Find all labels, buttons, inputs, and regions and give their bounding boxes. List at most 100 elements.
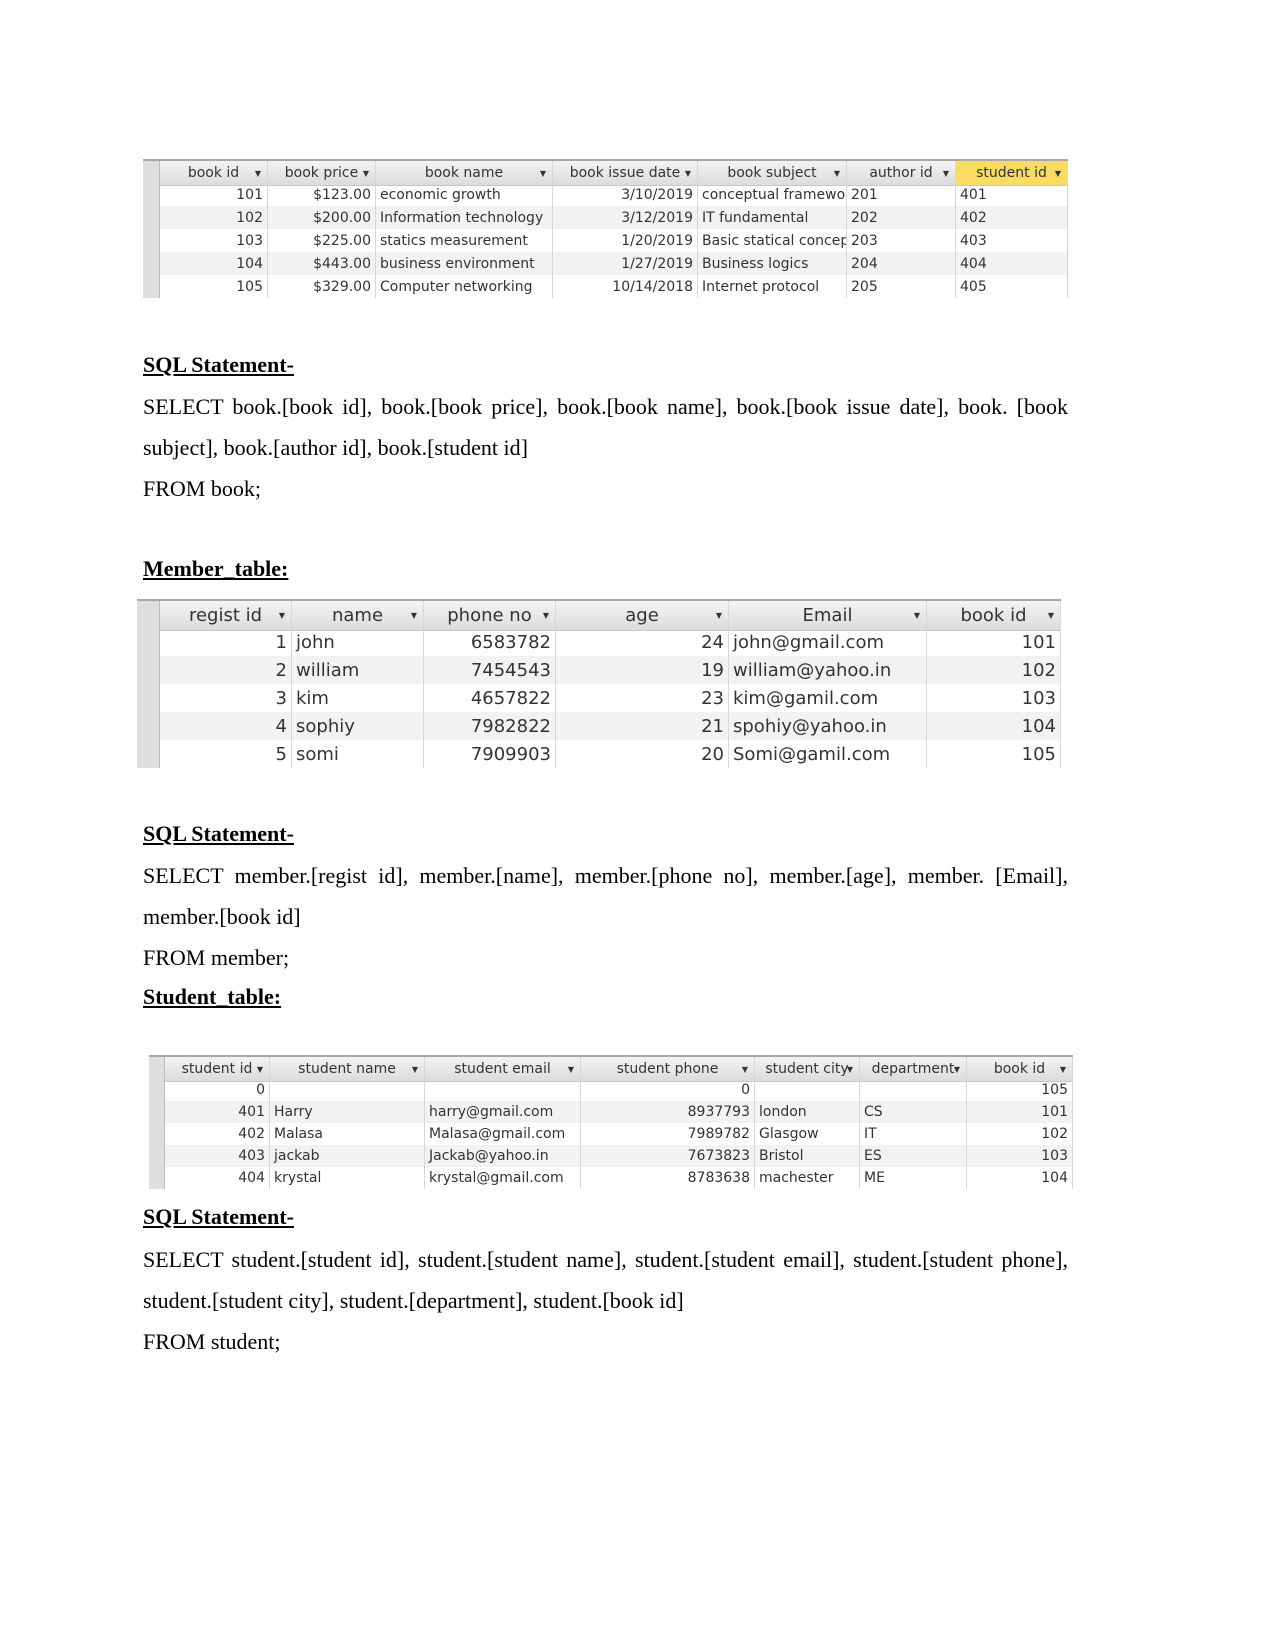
table-cell[interactable]: 201 [847,183,956,206]
table-cell[interactable]: 23 [556,684,729,712]
table-cell[interactable]: 6583782 [424,628,556,656]
dropdown-arrow-icon[interactable]: ▼ [847,1065,853,1074]
table-cell[interactable]: harry@gmail.com [425,1101,581,1123]
table-cell[interactable]: 401 [956,183,1068,206]
table-cell[interactable]: IT fundamental [698,206,847,229]
row-selector[interactable] [143,229,160,252]
table-row[interactable]: 403 jackab Jackab@yahoo.in 7673823 Bristol ES… [149,1145,1073,1167]
row-selector[interactable] [149,1123,165,1145]
table-row[interactable]: 1 john 6583782 24 john@gmail.com 101 [137,628,1061,656]
table-cell[interactable]: 103 [927,684,1061,712]
column-header[interactable]: department ▼ [860,1057,967,1081]
table-cell[interactable]: 404 [956,252,1068,275]
table-cell[interactable]: 3 [160,684,292,712]
column-header[interactable]: phone no ▼ [424,601,556,630]
table-cell[interactable]: ME [860,1167,967,1189]
column-header[interactable]: student email ▼ [425,1057,581,1081]
dropdown-arrow-icon[interactable]: ▼ [1060,1065,1066,1074]
table-cell[interactable]: spohiy@yahoo.in [729,712,927,740]
column-header[interactable]: student id ▼ [956,161,1068,185]
table-cell[interactable]: kim@gamil.com [729,684,927,712]
table-cell[interactable]: 20 [556,740,729,768]
column-header[interactable]: book price ▼ [268,161,376,185]
column-header[interactable]: author id ▼ [847,161,956,185]
dropdown-arrow-icon[interactable]: ▼ [412,1065,418,1074]
dropdown-arrow-icon[interactable]: ▼ [943,169,949,178]
table-cell[interactable]: sophiy [292,712,424,740]
dropdown-arrow-icon[interactable]: ▼ [1048,611,1054,620]
table-cell[interactable]: 4657822 [424,684,556,712]
dropdown-arrow-icon[interactable]: ▼ [540,169,546,178]
column-header[interactable]: book id ▼ [927,601,1061,630]
table-cell[interactable]: 1/20/2019 [553,229,698,252]
table-cell[interactable]: $123.00 [268,183,376,206]
row-selector[interactable] [137,712,160,740]
table-cell[interactable]: 4 [160,712,292,740]
table-cell[interactable]: london [755,1101,860,1123]
table-cell[interactable]: machester [755,1167,860,1189]
table-cell[interactable]: conceptual framewo [698,183,847,206]
dropdown-arrow-icon[interactable]: ▼ [411,611,417,620]
row-selector[interactable] [143,252,160,275]
table-cell[interactable]: 104 [160,252,268,275]
table-cell[interactable] [755,1079,860,1101]
table-row[interactable]: 105 $329.00 Computer networking 10/14/2018 I… [143,275,1068,298]
table-cell[interactable]: Business logics [698,252,847,275]
row-selector[interactable] [149,1145,165,1167]
dropdown-arrow-icon[interactable]: ▼ [363,169,369,178]
table-row[interactable]: 404 krystal krystal@gmail.com 8783638 maches… [149,1167,1073,1189]
column-header[interactable]: book id ▼ [967,1057,1073,1081]
table-cell[interactable]: 24 [556,628,729,656]
table-cell[interactable]: Computer networking [376,275,553,298]
row-selector[interactable] [143,183,160,206]
table-cell[interactable]: william@yahoo.in [729,656,927,684]
table-cell[interactable]: 102 [927,656,1061,684]
table-cell[interactable]: 1 [160,628,292,656]
table-cell[interactable]: 104 [967,1167,1073,1189]
table-cell[interactable]: 103 [160,229,268,252]
table-cell[interactable]: 101 [927,628,1061,656]
column-header[interactable]: book id ▼ [160,161,268,185]
table-row[interactable]: 104 $443.00 business environment 1/27/2019 B… [143,252,1068,275]
table-row[interactable]: 402 Malasa Malasa@gmail.com 7989782 Glasgow I… [149,1123,1073,1145]
column-header[interactable]: age ▼ [556,601,729,630]
dropdown-arrow-icon[interactable]: ▼ [914,611,920,620]
table-cell[interactable]: 19 [556,656,729,684]
dropdown-arrow-icon[interactable]: ▼ [279,611,285,620]
table-cell[interactable]: Malasa@gmail.com [425,1123,581,1145]
table-cell[interactable]: business environment [376,252,553,275]
table-cell[interactable]: $225.00 [268,229,376,252]
table-row[interactable]: 401 Harry harry@gmail.com 8937793 london CS 10… [149,1101,1073,1123]
table-cell[interactable]: 5 [160,740,292,768]
table-cell[interactable]: Glasgow [755,1123,860,1145]
table-row[interactable]: 102 $200.00 Information technology 3/12/201… [143,206,1068,229]
table-cell[interactable]: 105 [967,1079,1073,1101]
table-cell[interactable]: 105 [927,740,1061,768]
table-cell[interactable]: Harry [270,1101,425,1123]
table-cell[interactable]: 0 [165,1079,270,1101]
table-cell[interactable]: $329.00 [268,275,376,298]
table-cell[interactable]: 402 [956,206,1068,229]
table-cell[interactable]: Jackab@yahoo.in [425,1145,581,1167]
table-row[interactable]: 103 $225.00 statics measurement 1/20/2019 Ba… [143,229,1068,252]
table-cell[interactable]: 105 [160,275,268,298]
dropdown-arrow-icon[interactable]: ▼ [568,1065,574,1074]
column-header[interactable]: Email ▼ [729,601,927,630]
table-cell[interactable]: 102 [967,1123,1073,1145]
table-cell[interactable]: Bristol [755,1145,860,1167]
table-cell[interactable]: 205 [847,275,956,298]
table-cell[interactable]: 101 [160,183,268,206]
table-cell[interactable]: jackab [270,1145,425,1167]
table-cell[interactable]: 103 [967,1145,1073,1167]
table-row[interactable]: 3 kim 4657822 23 kim@gamil.com 103 [137,684,1061,712]
table-cell[interactable]: Malasa [270,1123,425,1145]
table-cell[interactable]: 8937793 [581,1101,755,1123]
table-cell[interactable]: 8783638 [581,1167,755,1189]
row-selector[interactable] [149,1167,165,1189]
dropdown-arrow-icon[interactable]: ▼ [742,1065,748,1074]
column-header[interactable]: book name ▼ [376,161,553,185]
row-selector[interactable] [149,1101,165,1123]
table-cell[interactable]: Information technology [376,206,553,229]
table-cell[interactable]: $443.00 [268,252,376,275]
column-header[interactable]: book issue date ▼ [553,161,698,185]
